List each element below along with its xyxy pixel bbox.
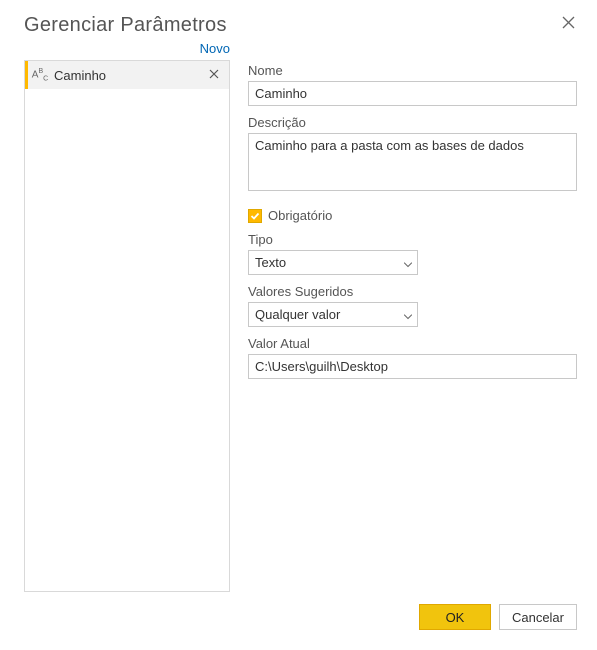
- required-checkbox[interactable]: [248, 209, 262, 223]
- parameter-form: Nome Descrição Obrigatório Tipo Texto Va…: [248, 41, 577, 592]
- ok-button[interactable]: OK: [419, 604, 491, 630]
- dialog-footer: OK Cancelar: [24, 604, 577, 630]
- type-label: Tipo: [248, 232, 577, 247]
- parameter-list: ABC Caminho: [24, 60, 230, 592]
- parameter-list-column: Novo ABC Caminho: [24, 41, 230, 592]
- type-select-wrap: Texto: [248, 250, 418, 275]
- cancel-button[interactable]: Cancelar: [499, 604, 577, 630]
- parameter-list-item[interactable]: ABC Caminho: [25, 61, 229, 89]
- parameter-item-name: Caminho: [52, 68, 205, 83]
- delete-parameter-icon[interactable]: [205, 66, 223, 84]
- description-label: Descrição: [248, 115, 577, 130]
- name-label: Nome: [248, 63, 577, 78]
- required-label: Obrigatório: [268, 208, 332, 223]
- new-parameter-link[interactable]: Novo: [200, 41, 230, 56]
- dialog-content: Novo ABC Caminho Nome Descrição: [24, 41, 577, 592]
- description-input[interactable]: [248, 133, 577, 191]
- current-value-label: Valor Atual: [248, 336, 577, 351]
- current-value-input[interactable]: [248, 354, 577, 379]
- suggested-values-select[interactable]: Qualquer valor: [248, 302, 418, 327]
- dialog-header: Gerenciar Parâmetros: [24, 14, 577, 37]
- dialog-title: Gerenciar Parâmetros: [24, 14, 227, 37]
- close-icon[interactable]: [560, 14, 577, 34]
- required-row: Obrigatório: [248, 208, 577, 223]
- type-select-value: Texto: [255, 255, 286, 270]
- type-select[interactable]: Texto: [248, 250, 418, 275]
- text-type-icon: ABC: [28, 68, 52, 82]
- name-input[interactable]: [248, 81, 577, 106]
- suggested-select-wrap: Qualquer valor: [248, 302, 418, 327]
- suggested-select-value: Qualquer valor: [255, 307, 340, 322]
- manage-parameters-dialog: Gerenciar Parâmetros Novo ABC Caminho No…: [0, 0, 597, 650]
- suggested-values-label: Valores Sugeridos: [248, 284, 577, 299]
